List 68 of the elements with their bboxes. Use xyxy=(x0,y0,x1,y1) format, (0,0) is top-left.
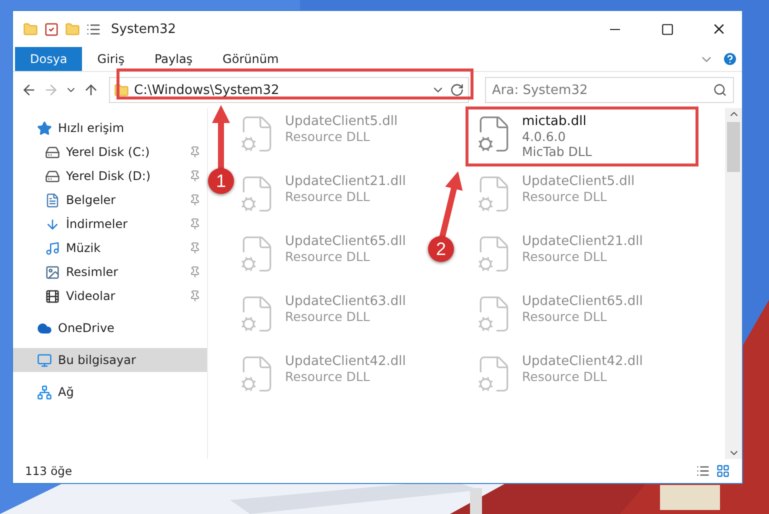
pin-icon[interactable] xyxy=(189,218,201,230)
search-icon[interactable] xyxy=(713,83,727,97)
monitor-icon xyxy=(37,352,52,368)
file-detail: Resource DLL xyxy=(285,129,371,144)
minimize-icon xyxy=(610,28,620,30)
new-folder-icon[interactable] xyxy=(65,22,80,36)
pin-icon[interactable] xyxy=(189,266,201,278)
file-detail: MicTab DLL xyxy=(522,144,592,159)
folder-icon[interactable] xyxy=(23,22,38,36)
sidebar-item[interactable]: Videolar xyxy=(13,284,207,308)
sidebar-item[interactable]: Resimler xyxy=(13,260,207,284)
pin-icon[interactable] xyxy=(189,242,201,254)
ribbon-tab[interactable]: Paylaş xyxy=(139,47,208,71)
file-detail: Resource DLL xyxy=(522,369,608,384)
tiles-view-icon[interactable] xyxy=(716,464,730,478)
drive-icon xyxy=(45,144,60,160)
download-icon xyxy=(45,216,60,232)
help-icon[interactable] xyxy=(722,51,738,67)
scrollbar-thumb[interactable] xyxy=(727,122,740,172)
file-detail: Resource DLL xyxy=(285,369,371,384)
sidebar-item[interactable]: Müzik xyxy=(13,236,207,260)
sidebar-item[interactable]: Bu bilgisayar xyxy=(13,348,207,372)
file-name[interactable]: mictab.dll xyxy=(522,114,592,129)
refresh-icon[interactable] xyxy=(450,83,464,97)
address-bar[interactable]: C:\Windows\System32 xyxy=(109,77,469,103)
ribbon-tab[interactable]: Görünüm xyxy=(208,47,294,71)
scrollbar[interactable] xyxy=(725,108,742,459)
maximize-icon xyxy=(660,22,674,36)
file-detail: Resource DLL xyxy=(522,309,608,324)
file-detail: Resource DLL xyxy=(522,249,608,264)
up-icon[interactable] xyxy=(83,82,99,98)
address-path: C:\Windows\System32 xyxy=(134,82,280,98)
music-icon xyxy=(45,240,60,256)
pointer-arrow xyxy=(439,171,463,239)
sidebar-item[interactable]: Hızlı erişim xyxy=(13,116,207,140)
sidebar-item[interactable]: Ağ xyxy=(13,380,207,404)
cloud-icon xyxy=(37,320,52,336)
pin-icon[interactable] xyxy=(189,290,201,302)
sidebar-item[interactable]: İndirmeler xyxy=(13,212,207,236)
document-icon xyxy=(45,192,60,208)
search-field[interactable]: Ara: System32 xyxy=(485,77,734,103)
forward-icon[interactable] xyxy=(43,82,59,98)
window-title: System32 xyxy=(111,22,178,36)
properties-icon[interactable] xyxy=(44,22,59,36)
film-icon xyxy=(45,288,60,304)
sidebar-item[interactable]: Yerel Disk (D:) xyxy=(13,164,207,188)
pointer-arrow xyxy=(212,105,230,170)
ribbon-tab[interactable]: Giriş xyxy=(82,47,140,71)
star-icon xyxy=(37,120,52,136)
pin-icon[interactable] xyxy=(189,194,201,206)
network-icon xyxy=(37,384,52,400)
pin-icon[interactable] xyxy=(189,146,201,158)
file-detail: Resource DLL xyxy=(285,249,371,264)
sidebar-item[interactable]: OneDrive xyxy=(13,316,207,340)
customize-icon[interactable] xyxy=(86,22,101,36)
drive-icon xyxy=(45,168,60,184)
sidebar-item[interactable]: Belgeler xyxy=(13,188,207,212)
back-icon[interactable] xyxy=(21,82,37,98)
item-count: 113 öğe xyxy=(25,464,74,478)
file-detail: Resource DLL xyxy=(522,189,608,204)
file-detail: Resource DLL xyxy=(285,309,371,324)
image-icon xyxy=(45,264,60,280)
file-tab[interactable]: Dosya xyxy=(15,47,82,71)
file-detail: 4.0.6.0 xyxy=(522,129,567,144)
sidebar-item[interactable]: Yerel Disk (C:) xyxy=(13,140,207,164)
pin-icon[interactable] xyxy=(189,170,201,182)
file-detail: Resource DLL xyxy=(285,189,371,204)
details-view-icon[interactable] xyxy=(696,464,710,478)
